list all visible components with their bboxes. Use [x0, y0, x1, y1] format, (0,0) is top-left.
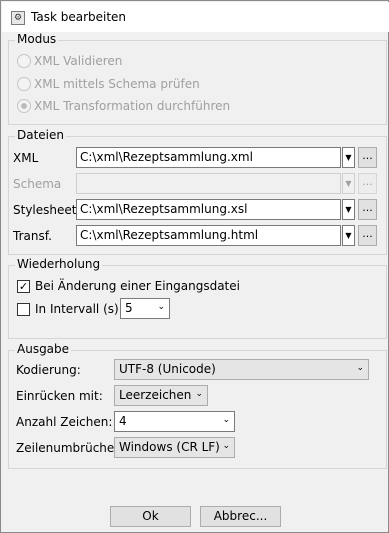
chevron-down-icon: ⌄ — [356, 363, 364, 373]
radio-xml-transform-label: XML Transformation durchführen — [34, 99, 231, 113]
xml-dropdown[interactable]: ▼ — [342, 147, 355, 168]
stylesheet-browse-button[interactable]: ... — [358, 199, 377, 220]
chevron-down-icon: ⌄ — [222, 441, 230, 451]
title-bar: ⚙ Task bearbeiten — [2, 2, 389, 32]
gear-icon: ⚙ — [11, 11, 25, 25]
schema-label: Schema — [13, 177, 62, 191]
dateien-legend: Dateien — [15, 128, 67, 142]
count-label: Anzahl Zeichen: — [16, 415, 113, 429]
chevron-down-icon: ⌄ — [195, 389, 203, 399]
linebreak-value: Windows (CR LF) — [119, 440, 220, 454]
indent-select[interactable]: Leerzeichen ⌄ — [114, 385, 208, 406]
chevron-down-icon: ⌄ — [222, 415, 230, 425]
ausgabe-legend: Ausgabe — [15, 342, 72, 356]
interval-select[interactable]: 5 ⌄ — [120, 298, 170, 319]
window-title: Task bearbeiten — [31, 10, 127, 24]
schema-dropdown[interactable]: ▼ — [342, 173, 355, 194]
ok-button[interactable]: Ok — [110, 506, 191, 527]
linebreak-select[interactable]: Windows (CR LF) ⌄ — [114, 437, 235, 458]
indent-label: Einrücken mit: — [16, 389, 103, 403]
transf-dropdown[interactable]: ▼ — [342, 225, 355, 246]
schema-browse-button[interactable]: ... — [358, 173, 377, 194]
interval-checkbox[interactable] — [17, 303, 30, 316]
linebreak-label: Zeilenumbrüche: — [16, 441, 119, 455]
chevron-down-icon: ⌄ — [157, 302, 165, 312]
transf-label: Transf. — [13, 229, 52, 243]
transf-input[interactable]: C:\xml\Rezeptsammlung.html — [76, 225, 341, 246]
count-value: 4 — [119, 414, 127, 428]
radio-xml-validate-label: XML Validieren — [34, 54, 123, 68]
indent-value: Leerzeichen — [119, 388, 192, 402]
stylesheet-label: Stylesheet — [13, 203, 77, 217]
encoding-select[interactable]: UTF-8 (Unicode) ⌄ — [114, 359, 369, 380]
stylesheet-input[interactable]: C:\xml\Rezeptsammlung.xsl — [76, 199, 341, 220]
stylesheet-dropdown[interactable]: ▼ — [342, 199, 355, 220]
radio-xml-schema-label: XML mittels Schema prüfen — [34, 77, 200, 91]
encoding-value: UTF-8 (Unicode) — [119, 362, 216, 376]
on-change-label: Bei Änderung einer Eingangsdatei — [35, 279, 240, 293]
wiederholung-legend: Wiederholung — [15, 257, 103, 271]
encoding-label: Kodierung: — [16, 363, 81, 377]
xml-input[interactable]: C:\xml\Rezeptsammlung.xml — [76, 147, 341, 168]
modus-legend: Modus — [15, 32, 59, 46]
radio-xml-transform[interactable] — [17, 99, 31, 113]
cancel-button[interactable]: Abbrec... — [200, 506, 281, 527]
count-select[interactable]: 4 ⌄ — [114, 411, 235, 432]
radio-xml-validate[interactable] — [17, 54, 31, 68]
interval-label: In Intervall (s): — [35, 302, 123, 316]
interval-value: 5 — [125, 301, 133, 315]
xml-label: XML — [13, 151, 39, 165]
on-change-checkbox[interactable]: ✓ — [17, 280, 30, 293]
dialog-window: ⚙ Task bearbeiten Modus XML Validieren X… — [0, 0, 389, 533]
schema-input[interactable] — [76, 173, 341, 194]
radio-xml-schema[interactable] — [17, 77, 31, 91]
transf-browse-button[interactable]: ... — [358, 225, 377, 246]
xml-browse-button[interactable]: ... — [358, 147, 377, 168]
